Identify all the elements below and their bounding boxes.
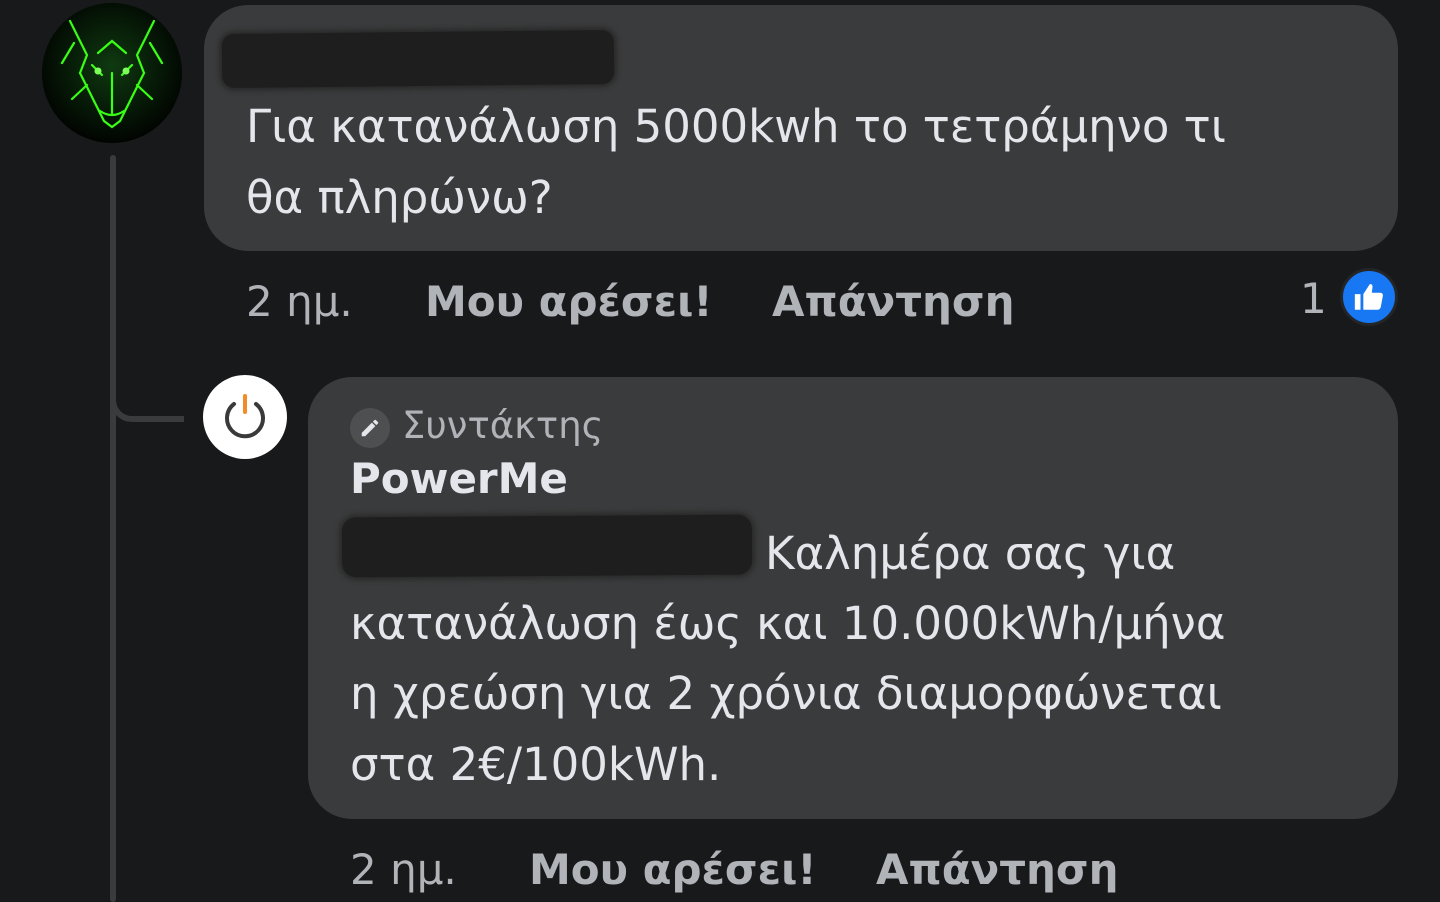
author-role-badge: Συντάκτης <box>402 404 604 447</box>
pencil-icon <box>350 408 390 448</box>
reply-timestamp[interactable]: 2 ημ. <box>350 845 457 894</box>
reply-text-line: κατανάλωση έως και 10.000kWh/μήνα <box>350 597 1226 650</box>
power-button-logo <box>225 394 265 439</box>
thread-connector <box>110 380 184 422</box>
reply-button[interactable]: Απάντηση <box>876 845 1119 894</box>
commenter-avatar[interactable] <box>42 3 182 143</box>
reply-button[interactable]: Απάντηση <box>772 277 1015 326</box>
comment-text-line: θα πληρώνω? <box>246 171 553 224</box>
green-wolf-avatar <box>42 3 182 143</box>
reply-author-name[interactable]: PowerMe <box>350 454 568 503</box>
reply-text-line: η χρεώση για 2 χρόνια διαμορφώνεται <box>350 667 1222 720</box>
reply-text-line: στα 2€/100kWh. <box>350 738 722 791</box>
comment-timestamp[interactable]: 2 ημ. <box>246 277 353 326</box>
reaction-count[interactable]: 1 <box>1300 274 1327 323</box>
thread-line <box>110 155 116 902</box>
comment-text-line: Για κατανάλωση 5000kwh το τετράμηνο τι <box>246 100 1226 153</box>
redacted-mention <box>341 514 753 578</box>
reply-text-line: Καλημέρα σας για <box>765 527 1176 580</box>
like-button[interactable]: Μου αρέσει! <box>425 277 713 326</box>
like-thumb-icon[interactable] <box>1340 268 1398 326</box>
like-button[interactable]: Μου αρέσει! <box>529 845 817 894</box>
page-avatar[interactable] <box>203 375 287 459</box>
redacted-author-name <box>221 29 615 89</box>
